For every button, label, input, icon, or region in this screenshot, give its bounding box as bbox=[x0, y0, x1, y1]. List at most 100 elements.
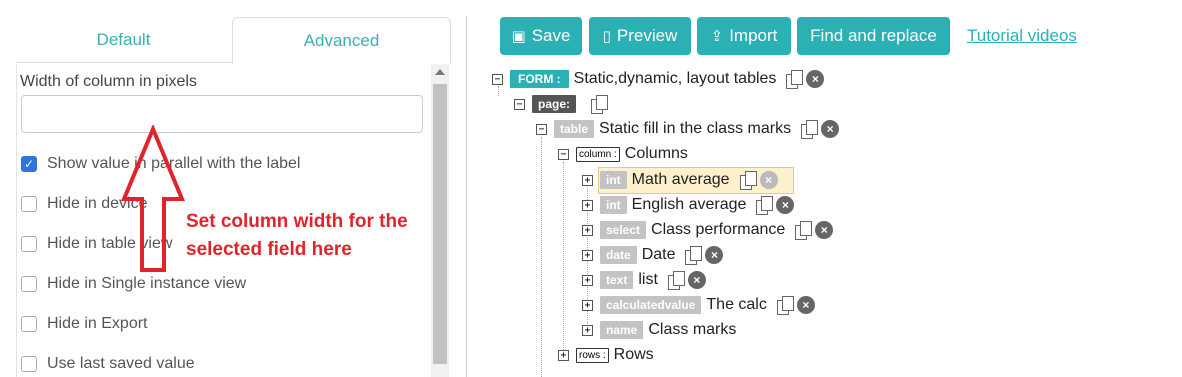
collapse-icon[interactable]: − bbox=[492, 73, 503, 85]
collapse-icon[interactable]: − bbox=[558, 148, 569, 160]
node-label: Class marks bbox=[648, 321, 737, 338]
tree-guide bbox=[563, 162, 564, 352]
node-label: list bbox=[638, 271, 658, 288]
expand-icon[interactable]: + bbox=[558, 349, 569, 361]
annotation-text: Set column width for the selected field … bbox=[186, 208, 436, 264]
find-and-replace-button[interactable]: Find and replace bbox=[797, 17, 950, 55]
node-type-tag: page: bbox=[532, 95, 577, 113]
expand-icon[interactable]: + bbox=[582, 224, 593, 236]
delete-icon[interactable]: × bbox=[705, 246, 724, 264]
copy-icon[interactable] bbox=[786, 70, 804, 89]
delete-icon[interactable]: × bbox=[687, 271, 706, 289]
tree-node-columns[interactable]: − column : Columns bbox=[558, 142, 688, 166]
tree-node-field[interactable]: + int Math average × bbox=[582, 168, 778, 192]
collapse-icon[interactable]: − bbox=[514, 98, 525, 110]
checkbox-icon[interactable] bbox=[21, 356, 37, 372]
node-label: Static fill in the class marks bbox=[599, 120, 792, 137]
tree-node-rows[interactable]: + rows : Rows bbox=[558, 343, 654, 367]
checkbox-icon[interactable] bbox=[21, 236, 37, 252]
delete-icon[interactable]: × bbox=[806, 70, 825, 88]
node-label: Date bbox=[641, 246, 676, 263]
tab-advanced[interactable]: Advanced bbox=[232, 17, 451, 64]
node-type-tag: text bbox=[600, 271, 634, 289]
tree-node-form[interactable]: − FORM : Static,dynamic, layout tables × bbox=[492, 67, 825, 91]
copy-icon[interactable] bbox=[591, 95, 609, 114]
annotation-line-2: selected field here bbox=[186, 239, 352, 260]
scroll-up-arrow-icon[interactable] bbox=[435, 69, 445, 75]
tree-node-page[interactable]: − page: bbox=[514, 92, 609, 116]
node-type-tag: column : bbox=[576, 146, 620, 162]
delete-icon[interactable]: × bbox=[776, 196, 795, 214]
expand-icon[interactable]: + bbox=[582, 299, 593, 311]
delete-icon[interactable]: × bbox=[815, 221, 834, 239]
node-type-tag: calculatedvalue bbox=[600, 296, 702, 314]
node-type-tag: rows : bbox=[576, 347, 609, 363]
delete-icon[interactable]: × bbox=[796, 296, 815, 314]
checkbox-label: Hide in Single instance view bbox=[47, 275, 247, 292]
find-and-replace-label: Find and replace bbox=[810, 26, 937, 45]
tab-bar: Default Advanced bbox=[16, 17, 451, 64]
expand-icon[interactable]: + bbox=[582, 249, 593, 261]
node-type-tag: int bbox=[600, 196, 627, 214]
tree-node-field[interactable]: + text list × bbox=[582, 268, 706, 292]
import-label: Import bbox=[729, 26, 778, 45]
node-label: Math average bbox=[631, 171, 730, 188]
expand-icon[interactable]: + bbox=[582, 274, 593, 286]
node-label: The calc bbox=[706, 296, 767, 313]
copy-icon[interactable] bbox=[756, 196, 774, 215]
tree-node-table[interactable]: − table Static fill in the class marks × bbox=[536, 117, 840, 141]
properties-panel: Default Advanced Width of column in pixe… bbox=[0, 0, 452, 377]
tree-node-field[interactable]: + calculatedvalue The calc × bbox=[582, 293, 815, 317]
node-label: Columns bbox=[624, 145, 688, 162]
collapse-icon[interactable]: − bbox=[536, 123, 547, 135]
save-label: Save bbox=[531, 26, 571, 45]
mobile-device-icon: ▯ bbox=[602, 28, 611, 45]
node-label: English average bbox=[631, 196, 747, 213]
tree-guide bbox=[541, 137, 542, 377]
checkbox-label: Use last saved value bbox=[47, 355, 195, 372]
panel-divider bbox=[466, 16, 467, 377]
copy-icon[interactable] bbox=[667, 271, 685, 290]
tutorial-videos-link[interactable]: Tutorial videos bbox=[967, 26, 1077, 46]
column-width-input[interactable] bbox=[21, 95, 423, 133]
node-type-tag: FORM : bbox=[510, 70, 569, 88]
copy-icon[interactable] bbox=[801, 120, 819, 139]
node-type-tag: table bbox=[554, 120, 595, 138]
node-type-tag: name bbox=[600, 321, 644, 339]
copy-icon[interactable] bbox=[795, 221, 813, 240]
node-type-tag: select bbox=[600, 221, 647, 239]
save-button[interactable]: ▣ Save bbox=[500, 17, 582, 55]
checkbox-icon[interactable] bbox=[21, 196, 37, 212]
node-label: Class performance bbox=[651, 221, 786, 238]
copy-icon[interactable] bbox=[685, 246, 703, 265]
width-label: Width of column in pixels bbox=[20, 73, 197, 90]
save-disk-icon: ▣ bbox=[511, 28, 526, 45]
preview-button[interactable]: ▯ Preview bbox=[589, 17, 691, 55]
node-type-tag: date bbox=[600, 246, 637, 264]
use-last-saved-checkbox-row[interactable]: Use last saved value bbox=[21, 355, 195, 373]
tree-node-field[interactable]: + int English average × bbox=[582, 193, 795, 217]
tree-node-field[interactable]: + date Date × bbox=[582, 243, 724, 267]
checkbox-label: Hide in Export bbox=[47, 315, 148, 332]
import-button[interactable]: ⇪ Import bbox=[697, 17, 791, 55]
tree-node-field[interactable]: + select Class performance × bbox=[582, 218, 834, 242]
delete-icon[interactable]: × bbox=[821, 120, 840, 138]
tree-node-field[interactable]: + name Class marks bbox=[582, 318, 736, 342]
checkbox-icon[interactable] bbox=[21, 316, 37, 332]
expand-icon[interactable]: + bbox=[582, 199, 593, 211]
hide-in-export-checkbox-row[interactable]: Hide in Export bbox=[21, 315, 148, 333]
node-label: Rows bbox=[613, 346, 654, 363]
checkbox-checked-icon[interactable]: ✓ bbox=[21, 156, 37, 172]
annotation-arrow-icon bbox=[121, 125, 185, 272]
checkbox-icon[interactable] bbox=[21, 276, 37, 292]
annotation-line-1: Set column width for the bbox=[186, 211, 408, 232]
copy-icon[interactable] bbox=[739, 171, 757, 190]
delete-icon[interactable]: × bbox=[759, 171, 778, 189]
node-type-tag: int bbox=[600, 171, 627, 189]
hide-in-single-instance-checkbox-row[interactable]: Hide in Single instance view bbox=[21, 275, 246, 293]
tab-default[interactable]: Default bbox=[16, 17, 231, 63]
copy-icon[interactable] bbox=[776, 296, 794, 315]
node-label: Static,dynamic, layout tables bbox=[573, 70, 777, 87]
expand-icon[interactable]: + bbox=[582, 174, 593, 186]
expand-icon[interactable]: + bbox=[582, 324, 593, 336]
